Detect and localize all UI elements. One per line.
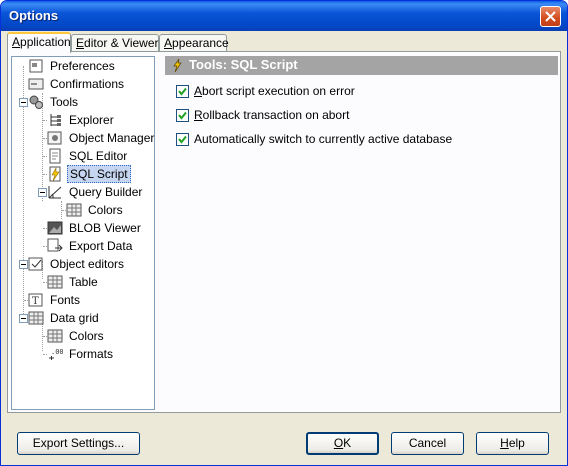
object-manager-icon xyxy=(47,130,63,146)
checkbox-box[interactable] xyxy=(176,109,189,122)
tree-item-label: Preferences xyxy=(50,59,115,73)
tab-label-accesskey: A xyxy=(164,36,173,50)
tab-label: ppearance xyxy=(172,36,229,50)
sql-script-icon xyxy=(170,58,184,76)
tree-item-label: Formats xyxy=(69,347,114,361)
svg-text:.00: .00 xyxy=(51,348,63,356)
tree-item-label: SQL Script xyxy=(67,165,131,183)
export-settings-button[interactable]: Export Settings... xyxy=(17,432,140,455)
explorer-icon xyxy=(47,112,63,128)
tree-item-label: Data grid xyxy=(50,311,99,325)
fonts-icon: T xyxy=(28,292,44,308)
tab-label: pplication xyxy=(20,35,71,49)
tree-item-label: Tools xyxy=(50,95,79,109)
options-dialog: Options Application Editor & Viewers App… xyxy=(0,0,568,466)
tree-item-label: Table xyxy=(69,275,98,289)
checkbox-box[interactable] xyxy=(176,85,189,98)
title-bar[interactable]: Options xyxy=(1,1,567,31)
query-builder-icon xyxy=(47,184,63,200)
tree-item-label: Confirmations xyxy=(50,77,125,91)
ok-button[interactable]: OK xyxy=(306,432,379,455)
tab-label: ditor & Viewers xyxy=(84,36,165,50)
close-button[interactable] xyxy=(540,6,561,27)
tree-item-label: Colors xyxy=(69,329,104,343)
tree-item-label: Query Builder xyxy=(69,185,143,199)
object-editors-icon xyxy=(28,256,44,272)
formats-icon: .00 xyxy=(47,346,64,362)
checkbox-label: Abort script execution on error xyxy=(194,84,355,98)
tree-item-label: Object editors xyxy=(50,257,125,271)
checkmark-icon xyxy=(178,111,187,120)
section-title: Tools: SQL Script xyxy=(189,57,298,72)
svg-text:T: T xyxy=(32,296,39,307)
checkmark-icon xyxy=(178,87,187,96)
tree-item-label: Explorer xyxy=(69,113,114,127)
confirmations-icon xyxy=(28,76,44,92)
tab-appearance[interactable]: Appearance xyxy=(159,34,229,51)
blob-viewer-icon xyxy=(47,220,63,236)
help-button[interactable]: Help xyxy=(476,432,549,455)
preferences-icon xyxy=(28,58,44,74)
tree-item-label: Fonts xyxy=(50,293,81,307)
close-icon xyxy=(545,11,556,22)
tree-item-label: Object Manager xyxy=(69,131,155,145)
tab-panel-application: Preferences Confirmations Tools Explorer… xyxy=(7,51,561,413)
tab-editor-viewers[interactable]: Editor & Viewers xyxy=(71,34,165,51)
colors-icon xyxy=(47,328,63,344)
tree-item-label: SQL Editor xyxy=(69,149,128,163)
tab-label-accesskey: A xyxy=(12,35,21,49)
query-builder-collapse-toggle[interactable] xyxy=(38,188,47,197)
tree-item-label: BLOB Viewer xyxy=(69,221,141,235)
cancel-button[interactable]: Cancel xyxy=(391,432,464,455)
checkmark-icon xyxy=(178,135,187,144)
tools-collapse-toggle[interactable] xyxy=(19,98,28,107)
data-grid-collapse-toggle[interactable] xyxy=(19,314,28,323)
tab-application[interactable]: Application xyxy=(7,32,71,53)
export-data-icon xyxy=(47,238,63,254)
tree-item-label: Colors xyxy=(88,203,123,217)
tab-label-accesskey: E xyxy=(76,36,85,50)
table-icon xyxy=(47,274,63,290)
tree-item-label: Export Data xyxy=(69,239,133,253)
checkbox-label: Rollback transaction on abort xyxy=(194,108,350,122)
colors-icon xyxy=(66,202,82,218)
checkbox-label: Automatically switch to currently active… xyxy=(194,132,453,146)
section-header: Tools: SQL Script xyxy=(165,56,558,75)
sql-editor-icon xyxy=(47,148,63,164)
window-title: Options xyxy=(9,8,59,23)
tools-icon xyxy=(28,94,44,110)
options-tree[interactable]: Preferences Confirmations Tools Explorer… xyxy=(11,56,155,410)
sql-script-icon xyxy=(47,166,63,182)
object-editors-collapse-toggle[interactable] xyxy=(19,260,28,269)
data-grid-icon xyxy=(28,310,44,326)
checkbox-box[interactable] xyxy=(176,133,189,146)
